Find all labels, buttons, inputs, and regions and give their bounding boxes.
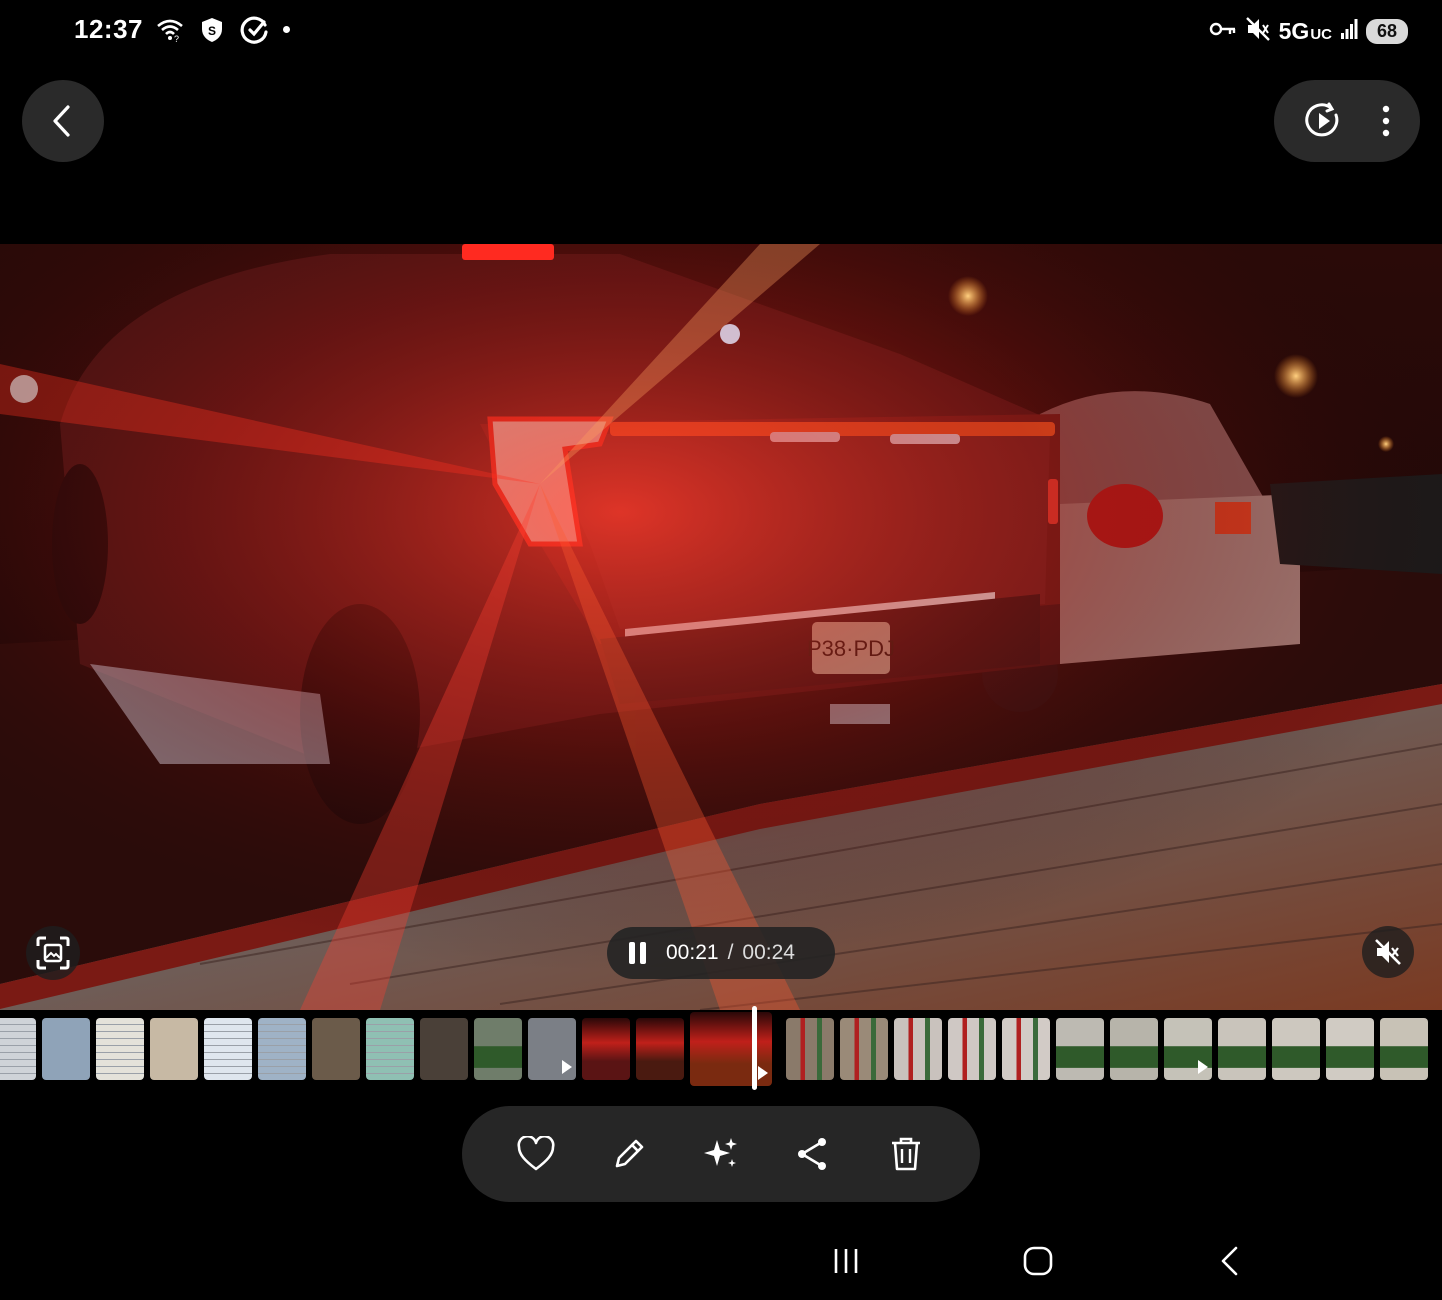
recent-apps-icon bbox=[834, 1249, 858, 1273]
top-right-actions bbox=[1274, 80, 1420, 162]
filmstrip-thumbnail[interactable] bbox=[948, 1018, 996, 1080]
notification-dot bbox=[283, 26, 290, 33]
filmstrip-thumbnail[interactable] bbox=[474, 1018, 522, 1080]
filmstrip-thumbnail[interactable] bbox=[150, 1018, 198, 1080]
current-time: 00:21 bbox=[666, 941, 719, 964]
filmstrip-thumbnail[interactable] bbox=[312, 1018, 360, 1080]
filmstrip-thumbnail[interactable] bbox=[1056, 1018, 1104, 1080]
video-indicator-icon bbox=[1198, 1060, 1208, 1074]
network-subtype: UC bbox=[1310, 26, 1332, 43]
vpn-key-icon bbox=[1209, 19, 1237, 44]
filmstrip[interactable] bbox=[0, 1012, 1442, 1086]
filmstrip-thumbnail[interactable] bbox=[1380, 1018, 1428, 1080]
edit-button[interactable] bbox=[603, 1128, 655, 1180]
ai-enhance-button[interactable] bbox=[695, 1128, 747, 1180]
filmstrip-thumbnail[interactable] bbox=[1110, 1018, 1158, 1080]
video-player[interactable]: P38·PDJ bbox=[0, 244, 1442, 1010]
video-indicator-icon bbox=[758, 1066, 768, 1080]
filmstrip-thumbnail[interactable] bbox=[840, 1018, 888, 1080]
pause-bar bbox=[629, 942, 635, 964]
svg-text:S: S bbox=[208, 24, 216, 38]
network-indicator: 5G UC bbox=[1279, 18, 1332, 45]
action-bar bbox=[462, 1106, 980, 1202]
image-scan-icon bbox=[36, 936, 70, 970]
filmstrip-thumbnail[interactable] bbox=[636, 1018, 684, 1080]
pause-button[interactable] bbox=[629, 942, 646, 964]
video-indicator-icon bbox=[562, 1060, 572, 1074]
pause-bar bbox=[640, 942, 646, 964]
filmstrip-thumbnail[interactable] bbox=[1002, 1018, 1050, 1080]
image-scan-button[interactable] bbox=[26, 926, 80, 980]
filmstrip-thumbnail[interactable] bbox=[0, 1018, 36, 1080]
filmstrip-thumbnail[interactable] bbox=[1272, 1018, 1320, 1080]
mute-toggle-button[interactable] bbox=[1362, 926, 1414, 978]
shield-icon: S bbox=[197, 15, 227, 45]
mute-icon bbox=[1245, 16, 1271, 47]
delete-button[interactable] bbox=[880, 1128, 932, 1180]
home-button[interactable] bbox=[1008, 1237, 1068, 1285]
back-nav-button[interactable] bbox=[1200, 1237, 1260, 1285]
home-icon bbox=[1023, 1246, 1053, 1276]
filmstrip-thumbnail[interactable] bbox=[96, 1018, 144, 1080]
total-time: 00:24 bbox=[742, 941, 795, 964]
delete-icon bbox=[891, 1137, 920, 1171]
filmstrip-thumbnail[interactable] bbox=[42, 1018, 90, 1080]
network-type: 5G bbox=[1278, 18, 1310, 44]
svg-text:?: ? bbox=[174, 34, 179, 42]
sync-icon bbox=[239, 15, 269, 45]
favorite-button[interactable] bbox=[510, 1128, 562, 1180]
more-options-icon bbox=[1382, 105, 1389, 137]
filmstrip-thumbnail[interactable] bbox=[204, 1018, 252, 1080]
status-bar: 12:37 ? S 5G UC 68 bbox=[0, 0, 1442, 62]
filmstrip-thumbnail[interactable] bbox=[1218, 1018, 1266, 1080]
filmstrip-thumbnail-selected[interactable] bbox=[690, 1012, 772, 1086]
wifi-icon: ? bbox=[155, 15, 185, 45]
chevron-left-icon bbox=[53, 105, 70, 137]
video-time-control: 00:21 / 00:24 bbox=[607, 927, 835, 979]
status-right: 5G UC 68 bbox=[1209, 16, 1408, 47]
system-navbar bbox=[0, 1225, 1442, 1300]
favorite-icon bbox=[517, 1136, 555, 1171]
motion-photo-play-icon bbox=[1304, 102, 1338, 137]
filmstrip-thumbnail[interactable] bbox=[582, 1018, 630, 1080]
video-frame: P38·PDJ bbox=[0, 244, 1442, 1010]
battery-icon: 68 bbox=[1366, 19, 1408, 44]
filmstrip-thumbnail[interactable] bbox=[786, 1018, 834, 1080]
back-nav-icon bbox=[1221, 1246, 1238, 1276]
share-icon bbox=[798, 1138, 827, 1170]
status-left: 12:37 ? S bbox=[74, 14, 290, 45]
back-button[interactable] bbox=[22, 80, 104, 162]
filmstrip-thumbnail[interactable] bbox=[528, 1018, 576, 1080]
filmstrip-thumbnail[interactable] bbox=[366, 1018, 414, 1080]
status-time: 12:37 bbox=[74, 14, 143, 44]
volume-muted-icon bbox=[1375, 939, 1401, 965]
signal-icon bbox=[1340, 19, 1358, 44]
filmstrip-thumbnail[interactable] bbox=[1326, 1018, 1374, 1080]
time-separator: / bbox=[727, 941, 734, 964]
filmstrip-thumbnail[interactable] bbox=[420, 1018, 468, 1080]
recent-apps-button[interactable] bbox=[816, 1237, 876, 1285]
motion-photo-play-button[interactable] bbox=[1303, 101, 1343, 141]
scrubber-handle[interactable] bbox=[752, 1006, 757, 1090]
filmstrip-thumbnail[interactable] bbox=[894, 1018, 942, 1080]
more-options-button[interactable] bbox=[1380, 103, 1392, 139]
share-button[interactable] bbox=[787, 1128, 839, 1180]
filmstrip-thumbnail[interactable] bbox=[258, 1018, 306, 1080]
edit-icon bbox=[615, 1139, 643, 1168]
ai-enhance-icon bbox=[703, 1138, 737, 1167]
filmstrip-thumbnail[interactable] bbox=[1164, 1018, 1212, 1080]
